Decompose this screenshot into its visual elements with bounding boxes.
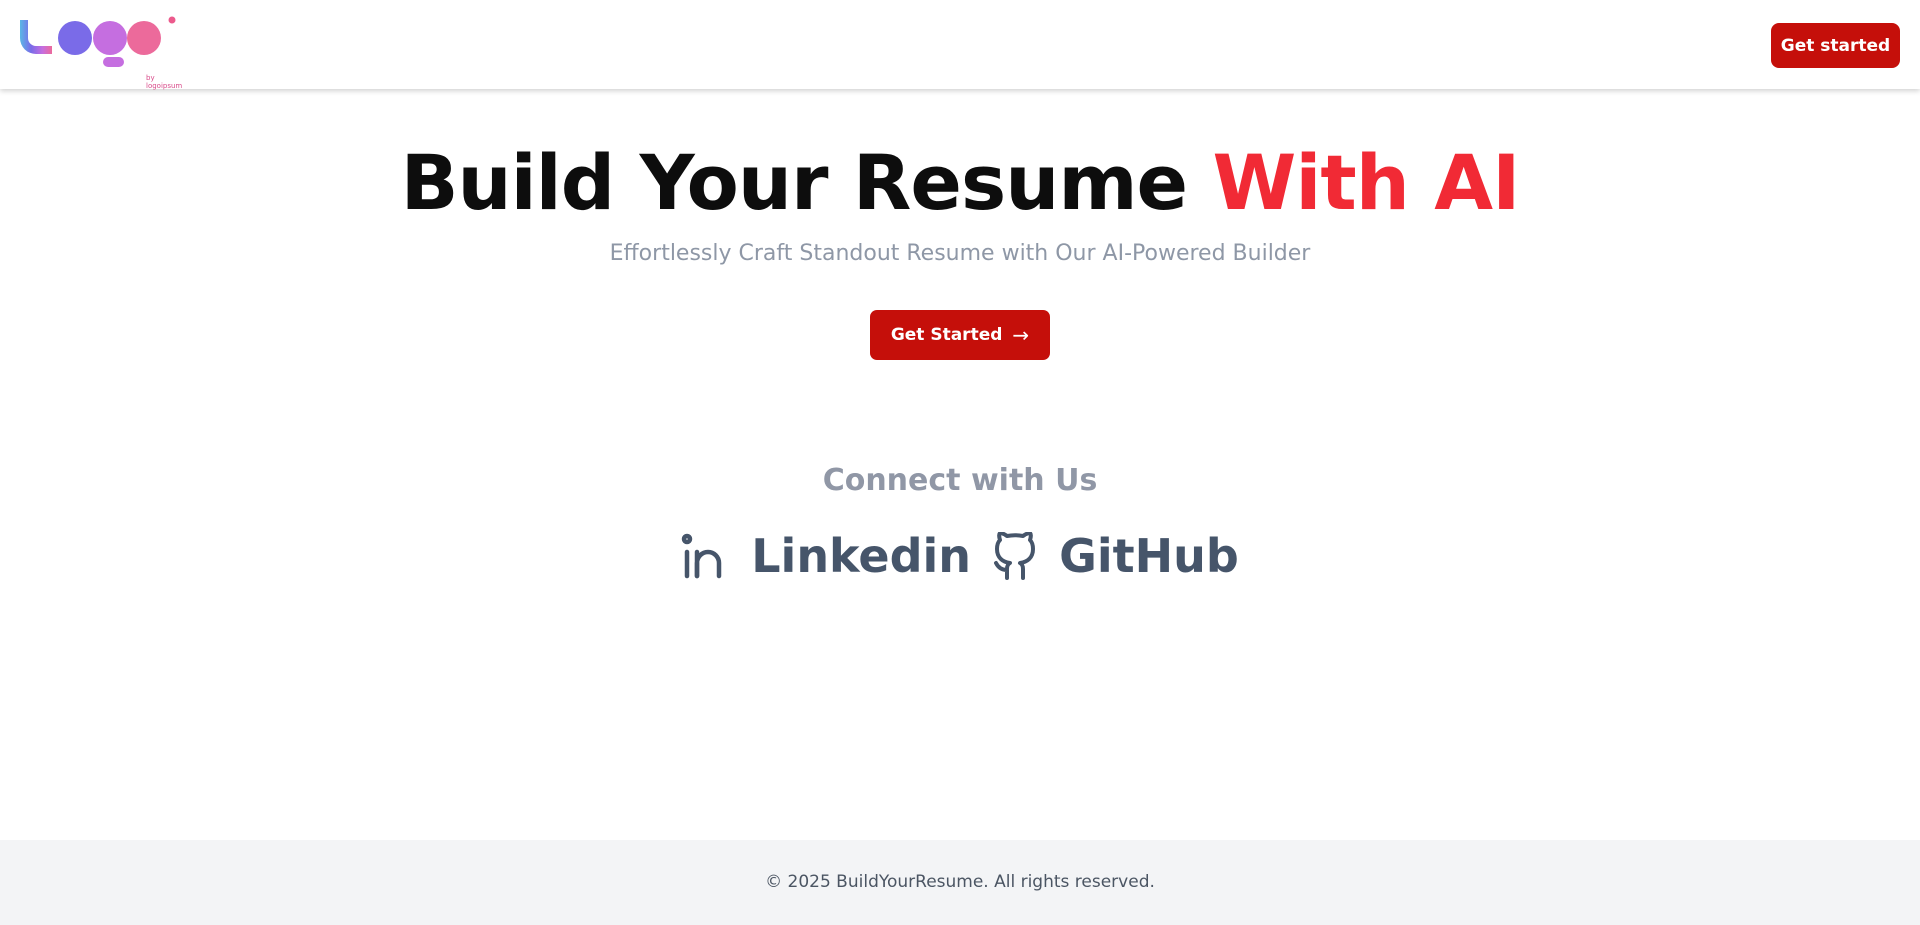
github-label: GitHub <box>1059 529 1239 583</box>
arrow-right-icon: → <box>1012 323 1030 347</box>
hero-get-started-button[interactable]: Get Started → <box>870 310 1050 360</box>
linkedin-link[interactable]: Linkedin <box>681 526 971 586</box>
logo[interactable]: by logoipsum <box>18 16 182 90</box>
social-links: Linkedin GitHub <box>0 526 1920 586</box>
site-footer: © 2025 BuildYourResume. All rights reser… <box>0 840 1920 925</box>
hero-title-main: Build Your Resume <box>400 138 1213 227</box>
footer-copyright: © 2025 BuildYourResume. All rights reser… <box>765 872 1155 892</box>
connect-title: Connect with Us <box>822 463 1098 498</box>
logo-subtext: by logoipsum <box>146 74 183 90</box>
header-get-started-button[interactable]: Get started <box>1771 23 1900 68</box>
hero-subtitle: Effortlessly Craft Standout Resume with … <box>609 241 1311 266</box>
github-icon <box>994 532 1036 580</box>
linkedin-label: Linkedin <box>751 529 972 583</box>
hero-cta-label: Get Started <box>890 325 1003 345</box>
hero-title: Build Your Resume With AI <box>0 138 1920 228</box>
github-link[interactable]: GitHub <box>993 526 1239 586</box>
linkedin-icon <box>681 533 722 579</box>
hero-title-accent: With AI <box>1212 138 1521 227</box>
logo-icon <box>20 16 176 67</box>
site-header: by logoipsum Get started <box>0 0 1920 90</box>
